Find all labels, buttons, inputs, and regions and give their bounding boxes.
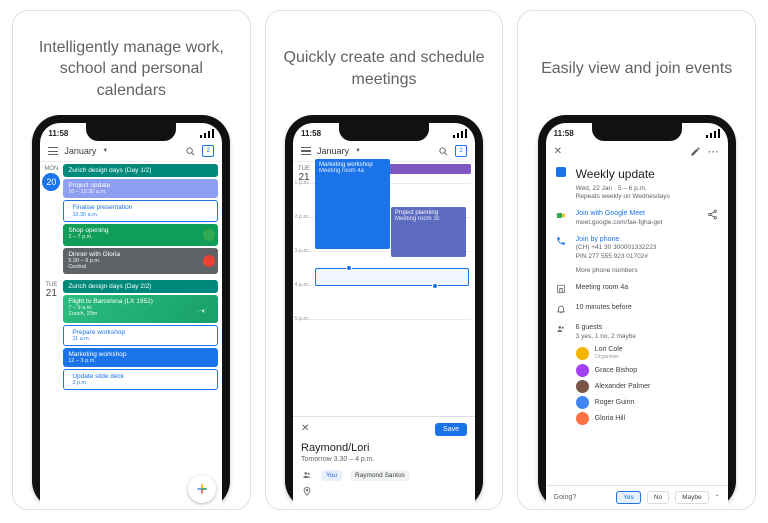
- event-schedule[interactable]: Zurich design days (Day 1/2): [63, 164, 218, 177]
- close-icon[interactable]: ✕: [554, 146, 562, 157]
- chevron-down-icon[interactable]: ▼: [355, 148, 361, 154]
- menu-icon[interactable]: [48, 147, 58, 155]
- day-grid[interactable]: 1 p.m. 2 p.m. 3 p.m. 4 p.m. 5 p.m. Marke…: [315, 183, 475, 353]
- event-schedule[interactable]: Prepare workshop11 a.m.: [63, 325, 218, 346]
- events-day2: Zurich design days (Day 2/2) Flight to B…: [62, 278, 222, 395]
- event-schedule[interactable]: Update slide deck3 p.m.: [63, 369, 218, 390]
- save-button[interactable]: Save: [435, 423, 467, 436]
- color-swatch: [556, 167, 566, 177]
- edit-icon[interactable]: [690, 145, 702, 157]
- showcase-card-2: Quickly create and schedule meetings 11:…: [265, 10, 504, 510]
- event-schedule[interactable]: Project update10 – 10.30 a.m.: [63, 179, 218, 198]
- event-schedule[interactable]: Marketing workshop12 – 3 p.m.: [63, 348, 218, 367]
- search-icon[interactable]: [184, 145, 196, 157]
- guests-count: 6 guests: [576, 323, 718, 332]
- app-header: January ▼ 2: [40, 141, 222, 162]
- event-schedule[interactable]: Dinner with Gloria5.30 – 9 p.m.Central: [63, 248, 218, 274]
- guest-row[interactable]: Roger Guinn: [576, 396, 718, 409]
- guest-row[interactable]: Lori ColeOrganiser: [576, 345, 718, 361]
- caption-3: Easily view and join events: [541, 37, 732, 101]
- fab-create[interactable]: [188, 475, 216, 503]
- event-time-label[interactable]: Tomorrow 3.30 – 4 p.m.: [301, 456, 467, 463]
- new-event-drag[interactable]: [315, 268, 469, 286]
- today-icon[interactable]: 2: [455, 145, 467, 157]
- people-icon: [556, 323, 566, 335]
- meet-icon: [556, 209, 566, 221]
- phone-frame-3: 11:58 ✕ ⋯ Weekly update Wed, 22 Jan · 5 …: [538, 115, 736, 509]
- caption-1: Intelligently manage work, school and pe…: [25, 37, 238, 101]
- room-label: Meeting room 4a: [576, 283, 718, 292]
- event-title-input[interactable]: Raymond/Lori: [301, 442, 467, 454]
- detail-header: ✕ ⋯: [546, 141, 728, 161]
- events-day1: Zurich design days (Day 1/2) Project upd…: [62, 162, 222, 278]
- showcase-card-1: Intelligently manage work, school and pe…: [12, 10, 251, 510]
- caption-2: Quickly create and schedule meetings: [278, 37, 491, 101]
- phone-frame-1: 11:58 January ▼ 2 MON 20 Zurich design d…: [32, 115, 230, 509]
- guest-row[interactable]: Alexander Palmer: [576, 380, 718, 393]
- close-icon[interactable]: ✕: [301, 423, 309, 434]
- reminder-label: 10 minutes before: [576, 303, 718, 312]
- rsvp-footer: Going? Yes No Maybe ⌃: [546, 485, 728, 509]
- search-icon[interactable]: [437, 145, 449, 157]
- going-label: Going?: [554, 494, 611, 501]
- more-icon[interactable]: ⋯: [708, 145, 720, 157]
- chip-guest[interactable]: Raymond Santos: [350, 470, 410, 481]
- showcase-card-3: Easily view and join events 11:58 ✕ ⋯ We…: [517, 10, 756, 510]
- date-gutter: MON 20: [40, 162, 62, 278]
- phone-frame-2: 11:58 January ▼ 2 TUE 21 Workshop 1 p.m.: [285, 115, 483, 509]
- chip-you[interactable]: You: [321, 470, 342, 481]
- menu-icon[interactable]: [301, 147, 311, 155]
- room-icon: [556, 283, 566, 295]
- chevron-up-icon[interactable]: ⌃: [715, 494, 720, 501]
- phone-icon: [556, 235, 566, 247]
- event-block[interactable]: Project planningMeeting room 3c: [391, 207, 466, 257]
- location-icon: [301, 485, 313, 497]
- people-icon: [301, 469, 313, 481]
- today-icon[interactable]: 2: [202, 145, 214, 157]
- guest-row[interactable]: Grace Bishop: [576, 364, 718, 377]
- event-title: Weekly update: [576, 167, 718, 183]
- event-schedule[interactable]: Zurich design days (Day 2/2): [63, 280, 218, 293]
- event-schedule[interactable]: Flight to Barcelona (LX 1952)7 – 9 a.m.Z…: [63, 295, 218, 323]
- guest-row[interactable]: Gloria Hill: [576, 412, 718, 425]
- join-phone-link[interactable]: Join by phone: [576, 235, 718, 244]
- month-dropdown[interactable]: January: [64, 146, 96, 156]
- join-meet-link[interactable]: Join with Google Meet: [576, 209, 697, 218]
- bell-icon: [556, 303, 566, 315]
- event-block[interactable]: Marketing workshopMeeting room 4a: [315, 159, 390, 249]
- share-icon[interactable]: [707, 209, 718, 220]
- rsvp-no[interactable]: No: [647, 491, 669, 504]
- rsvp-yes[interactable]: Yes: [616, 491, 641, 504]
- event-schedule[interactable]: Finalise presentation10.30 a.m.: [63, 200, 218, 221]
- rsvp-maybe[interactable]: Maybe: [675, 491, 709, 504]
- create-sheet: ✕ Save Raymond/Lori Tomorrow 3.30 – 4 p.…: [293, 416, 475, 509]
- chevron-down-icon[interactable]: ▼: [102, 148, 108, 154]
- month-dropdown[interactable]: January: [317, 146, 349, 156]
- more-numbers-link[interactable]: More phone numbers: [576, 267, 718, 275]
- date-gutter: TUE 21: [40, 278, 62, 395]
- event-schedule[interactable]: Shop opening2 – 7 p.m.: [63, 224, 218, 246]
